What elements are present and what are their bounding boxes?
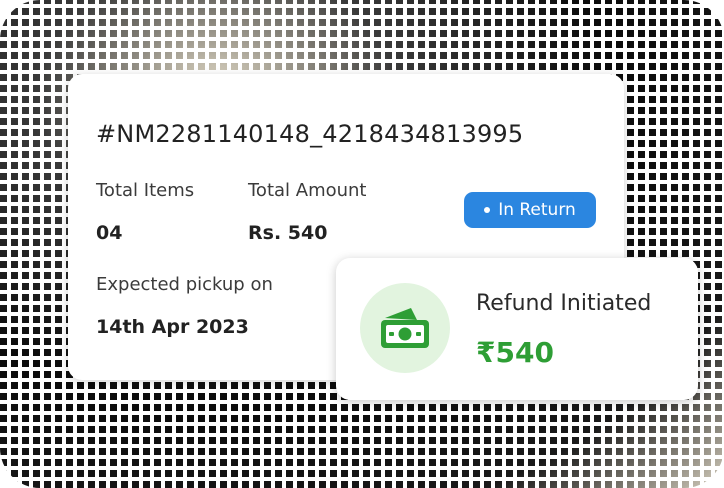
total-amount-label: Total Amount — [248, 180, 367, 201]
total-amount-value: Rs. 540 — [248, 222, 328, 244]
status-dot-icon — [484, 207, 491, 213]
refund-title: Refund Initiated — [476, 291, 652, 316]
pickup-label: Expected pickup on — [96, 274, 273, 295]
refund-icon-circle — [360, 283, 450, 373]
order-id: #NM2281140148_4218434813995 — [96, 120, 524, 148]
refund-card: Refund Initiated ₹540 — [336, 258, 698, 400]
total-items-value: 04 — [96, 222, 123, 244]
refund-amount: ₹540 — [476, 336, 554, 369]
pickup-date: 14th Apr 2023 — [96, 316, 249, 338]
cash-icon — [381, 308, 429, 348]
total-items-label: Total Items — [96, 180, 195, 201]
status-badge-label: In Return — [498, 200, 576, 220]
status-badge: In Return — [464, 192, 596, 228]
